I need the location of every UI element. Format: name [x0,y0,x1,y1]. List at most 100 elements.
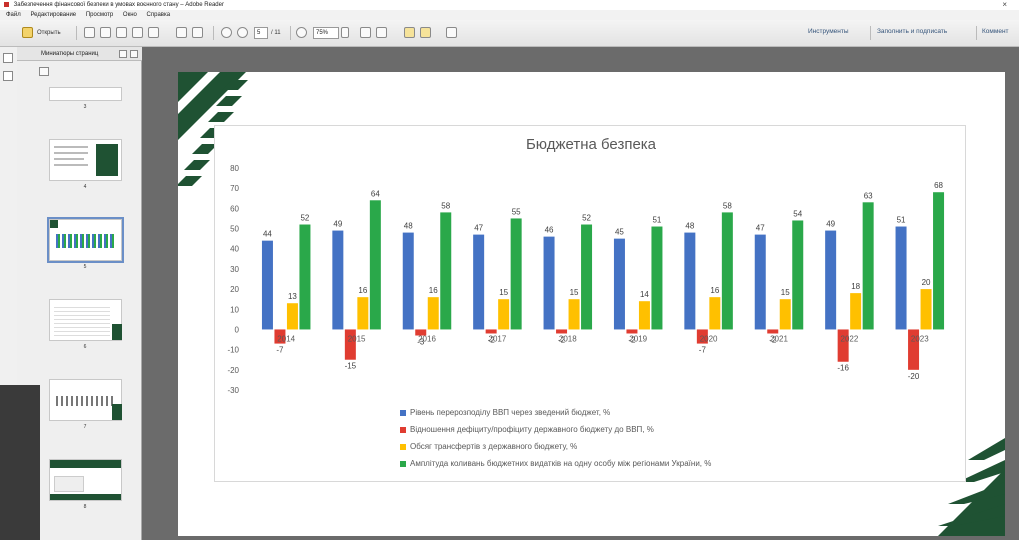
bar [440,212,452,330]
expand-icon[interactable] [446,27,457,38]
bar [510,218,522,330]
data-label: -20 [908,372,920,381]
comment-icon[interactable] [404,27,415,38]
data-label: 15 [570,288,579,297]
bar [357,297,369,330]
data-label: 20 [922,278,931,287]
bar [862,202,874,330]
data-label: 16 [358,286,367,295]
data-label: -7 [276,346,284,355]
page-thumbnail[interactable] [49,379,122,421]
y-tick-label: 50 [230,225,239,234]
fit-page-icon[interactable] [360,27,371,38]
page-total: / 11 [271,30,281,36]
bar [568,299,580,330]
legend-item: Відношення дефіциту/профіциту державного… [400,421,711,438]
previous-page-icon[interactable] [221,27,232,38]
bar [895,226,907,330]
bar [427,297,439,330]
menu-help[interactable]: Справка [147,12,171,18]
data-label: -15 [345,362,357,371]
pages-icon[interactable] [3,53,13,63]
thumbnail-page-number: 6 [83,344,87,350]
open-folder-icon[interactable] [22,27,33,38]
panel-options-icon[interactable] [119,50,127,58]
attachment-icon[interactable] [3,71,13,81]
chart-container: Бюджетна безпека -30 -20 -10 0 10 20 30 40 50 60 7… [214,125,966,482]
page-thumbnail[interactable] [49,87,122,101]
chevron-down-icon[interactable] [341,27,349,38]
page-thumbnail[interactable] [49,139,122,181]
bar [286,303,298,330]
zoom-in-icon[interactable] [296,27,307,38]
share-icon[interactable] [148,27,159,38]
x-tick-label: 2023 [911,334,929,343]
chart-legend: Рівень перерозподілу ВВП через зведений … [400,404,711,472]
save-icon[interactable] [100,27,111,38]
legend-swatch-yellow [400,443,406,450]
data-label: 49 [826,220,835,229]
data-label: 15 [781,288,790,297]
bar [613,238,625,330]
x-tick-label: 2015 [348,334,366,343]
fit-width-icon[interactable] [376,27,387,38]
data-label: 14 [640,290,649,299]
menu-window[interactable]: Окно [123,12,137,18]
bar [651,226,663,330]
window-title-bar: Забезпечення фінансової безпеки в умовах… [0,0,1019,10]
cloud-icon[interactable] [132,27,143,38]
thumbnails-panel-header: Миниатюры страниц [17,47,142,61]
y-tick-label: -20 [227,366,239,375]
toolbar-divider [870,26,871,40]
menu-file[interactable]: Файл [6,12,21,18]
zoom-select[interactable]: 75% [313,27,339,39]
thumbnail-page-number: 5 [83,264,87,270]
edit-icon[interactable] [116,27,127,38]
bar [626,329,638,334]
highlight-icon[interactable] [420,27,431,38]
bar [332,230,344,330]
x-tick-label: 2021 [770,334,788,343]
page-thumbnail-selected[interactable] [47,217,124,263]
bar [473,234,485,330]
bar [792,220,804,330]
bar [709,297,721,330]
thumbnail-options-icon[interactable] [39,67,49,76]
page-thumbnail[interactable] [49,299,122,341]
page-thumbnail[interactable] [49,459,122,501]
print-icon[interactable] [176,27,187,38]
data-label: 52 [582,214,591,223]
menu-edit[interactable]: Редактирование [30,12,76,18]
thumbnail-page-number: 7 [83,424,87,430]
email-icon[interactable] [192,27,203,38]
legend-label: Рівень перерозподілу ВВП через зведений … [410,408,611,417]
bar [556,329,568,334]
page-number-input[interactable]: 5 [254,27,268,39]
fill-sign-button[interactable]: Заполнить и подписать [877,28,947,35]
data-label: 63 [864,191,873,200]
create-pdf-icon[interactable] [84,27,95,38]
adobe-reader-icon [4,1,9,7]
panel-close-icon[interactable] [130,50,138,58]
data-label: 68 [934,181,943,190]
bar [485,329,497,334]
legend-item: Рівень перерозподілу ВВП через зведений … [400,404,711,421]
bar [498,299,510,330]
menu-view[interactable]: Просмотр [86,12,113,18]
data-label: 13 [288,292,297,301]
next-page-icon[interactable] [237,27,248,38]
toolbar-divider [76,26,77,40]
bar [850,293,862,330]
window-close-button[interactable]: × [1002,0,1007,10]
toolbar-divider [213,26,214,40]
open-button[interactable]: Открыть [37,26,61,40]
tools-button[interactable]: Инструменты [808,28,849,35]
x-tick-label: 2016 [418,334,436,343]
bar [402,232,414,330]
y-tick-label: 40 [230,245,239,254]
toolbar-divider [290,26,291,40]
data-label: 47 [756,224,765,233]
legend-label: Обсяг трансфертів з державного бюджету, … [410,442,578,451]
bar [767,329,779,334]
comment-button[interactable]: Коммент [982,28,1009,35]
